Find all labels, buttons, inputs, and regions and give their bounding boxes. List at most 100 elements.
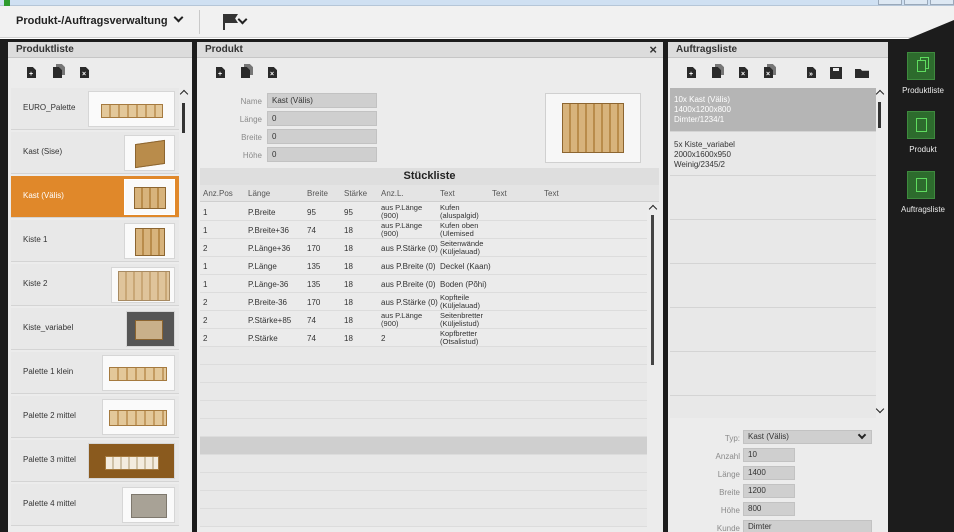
product-item-palette-3-mittel[interactable]: Palette 3 mittel <box>11 440 179 482</box>
save-icon[interactable] <box>830 66 843 79</box>
anzahl-field[interactable]: 10 <box>743 448 795 462</box>
product-item-kast-valis[interactable]: Kast (Välis) <box>11 176 179 218</box>
table-row[interactable]: 1 P.Länge 135 18 aus P.Breite (0) Deckel… <box>200 257 647 275</box>
table-row[interactable]: 1 P.Breite+36 74 18 aus P.Länge (900) Ku… <box>200 221 647 239</box>
col-anz-pos[interactable]: Anz.Pos <box>203 189 233 198</box>
product-item-kiste-2[interactable]: Kiste 2 <box>11 264 179 306</box>
table-row[interactable] <box>200 347 647 365</box>
order-item[interactable] <box>670 220 876 264</box>
order-list-scrollbar[interactable] <box>875 88 885 418</box>
order-item[interactable]: 5x Kiste_variabel 2000x1600x950 Weinig/2… <box>670 132 876 176</box>
delete-order-button[interactable]: × <box>739 66 749 79</box>
table-row[interactable] <box>200 419 647 437</box>
product-item-kiste-1[interactable]: Kiste 1 <box>11 220 179 262</box>
order-item[interactable] <box>670 176 876 220</box>
folder-open-icon[interactable] <box>855 66 869 79</box>
table-row[interactable]: 1 P.Länge-36 135 18 aus P.Breite (0) Bod… <box>200 275 647 293</box>
table-row[interactable] <box>200 473 647 491</box>
chevron-down-icon <box>857 430 867 440</box>
hoehe-field[interactable]: 800 <box>743 502 795 516</box>
product-item-palette-2-mittel[interactable]: Palette 2 mittel <box>11 396 179 438</box>
order-item[interactable] <box>670 308 876 352</box>
typ-select[interactable]: Kast (Välis) <box>743 430 872 444</box>
hoehe-field[interactable]: 0 <box>267 147 377 162</box>
workspace: Produktliste + × EURO_Palette Kast (Sise… <box>0 39 954 532</box>
col-laenge[interactable]: Länge <box>248 189 270 198</box>
minimize-button[interactable] <box>878 0 902 5</box>
table-row[interactable]: 1 P.Breite 95 95 aus P.Länge (900) Kufen… <box>200 203 647 221</box>
table-row[interactable]: 2 P.Länge+36 170 18 aus P.Stärke (0) Sei… <box>200 239 647 257</box>
col-staerke[interactable]: Stärke <box>344 189 367 198</box>
table-row[interactable] <box>200 437 647 455</box>
scroll-down-icon[interactable] <box>875 404 885 414</box>
scroll-up-icon[interactable] <box>179 89 189 99</box>
product-list-scrollbar[interactable] <box>179 88 189 532</box>
name-label: Name <box>240 97 262 106</box>
product-thumbnail <box>124 223 175 259</box>
close-icon[interactable]: × <box>649 42 657 58</box>
col-breite[interactable]: Breite <box>307 189 328 198</box>
scrollbar-thumb[interactable] <box>651 215 654 365</box>
nav-produkt[interactable]: Produkt <box>892 111 954 163</box>
table-row[interactable]: 2 P.Breite-36 170 18 aus P.Stärke (0) Ko… <box>200 293 647 311</box>
parts-list-scrollbar[interactable] <box>648 203 658 383</box>
scroll-up-icon[interactable] <box>875 89 885 99</box>
col-text[interactable]: Text <box>440 189 455 198</box>
product-thumbnail <box>102 355 175 391</box>
table-row[interactable] <box>200 365 647 383</box>
copy-product-button[interactable] <box>53 64 65 79</box>
typ-label: Typ: <box>724 434 740 443</box>
table-row[interactable] <box>200 455 647 473</box>
toolbar: Produkt-/Auftragsverwaltung <box>0 6 954 44</box>
scrollbar-thumb[interactable] <box>878 102 881 128</box>
delete-all-orders-button[interactable]: × <box>764 64 776 79</box>
breite-field[interactable]: 1200 <box>743 484 795 498</box>
col-text-3[interactable]: Text <box>544 189 559 198</box>
delete-product-button[interactable]: × <box>80 66 90 79</box>
anzahl-label: Anzahl <box>715 452 740 461</box>
table-row[interactable] <box>200 491 647 509</box>
new-part-button[interactable]: + <box>216 66 226 79</box>
table-row[interactable] <box>200 509 647 527</box>
module-menu-label: Produkt-/Auftragsverwaltung <box>16 15 168 27</box>
new-order-button[interactable]: + <box>687 66 697 79</box>
delete-part-button[interactable]: × <box>268 66 278 79</box>
col-anz-l[interactable]: Anz.L. <box>381 189 404 198</box>
nav-auftragsliste[interactable]: Auftragsliste <box>892 171 954 223</box>
kunde-field[interactable]: Dimter <box>743 520 872 532</box>
nav-produktliste[interactable]: Produktliste <box>892 52 954 104</box>
laenge-field[interactable]: 0 <box>267 111 377 126</box>
product-item-kast-sise[interactable]: Kast (Sise) <box>11 132 179 174</box>
order-item[interactable] <box>670 352 876 396</box>
new-product-button[interactable]: + <box>27 66 37 79</box>
close-window-button[interactable] <box>930 0 954 5</box>
table-row[interactable]: 2 P.Stärke+85 74 18 aus P.Länge (900) Se… <box>200 311 647 329</box>
laenge-field[interactable]: 1400 <box>743 466 795 480</box>
product-item-kiste-variabel[interactable]: Kiste_variabel <box>11 308 179 350</box>
table-row[interactable] <box>200 383 647 401</box>
product-thumbnail <box>126 311 175 347</box>
breite-field[interactable]: 0 <box>267 129 377 144</box>
order-list-panel: Auftragsliste + × × » 10x Kast (Välis) 1… <box>668 42 888 532</box>
module-menu[interactable]: Produkt-/Auftragsverwaltung <box>16 12 184 27</box>
order-item[interactable] <box>670 264 876 308</box>
col-text-2[interactable]: Text <box>492 189 507 198</box>
copy-part-button[interactable] <box>241 64 253 79</box>
table-row[interactable] <box>200 401 647 419</box>
forward-icon[interactable]: » <box>807 66 817 79</box>
flag-menu-button[interactable] <box>222 13 258 31</box>
copy-order-button[interactable] <box>712 64 724 79</box>
flag-icon <box>223 14 225 30</box>
panel-title: Produkt <box>205 44 243 55</box>
scroll-up-icon[interactable] <box>648 204 658 214</box>
order-item[interactable]: 10x Kast (Välis) 1400x1200x800 Dimter/12… <box>670 88 876 132</box>
scrollbar-thumb[interactable] <box>182 103 185 133</box>
name-field[interactable]: Kast (Välis) <box>267 93 377 108</box>
laenge-label: Länge <box>239 115 262 124</box>
maximize-button[interactable] <box>904 0 928 5</box>
product-item-palette-4-mittel[interactable]: Palette 4 mittel <box>11 484 179 526</box>
product-thumbnail <box>124 135 175 171</box>
table-row[interactable]: 2 P.Stärke 74 18 2 Kopfbretter (Otsalist… <box>200 329 647 347</box>
product-item-palette-1-klein[interactable]: Palette 1 klein <box>11 352 179 394</box>
product-item-euro-palette[interactable]: EURO_Palette <box>11 88 179 130</box>
